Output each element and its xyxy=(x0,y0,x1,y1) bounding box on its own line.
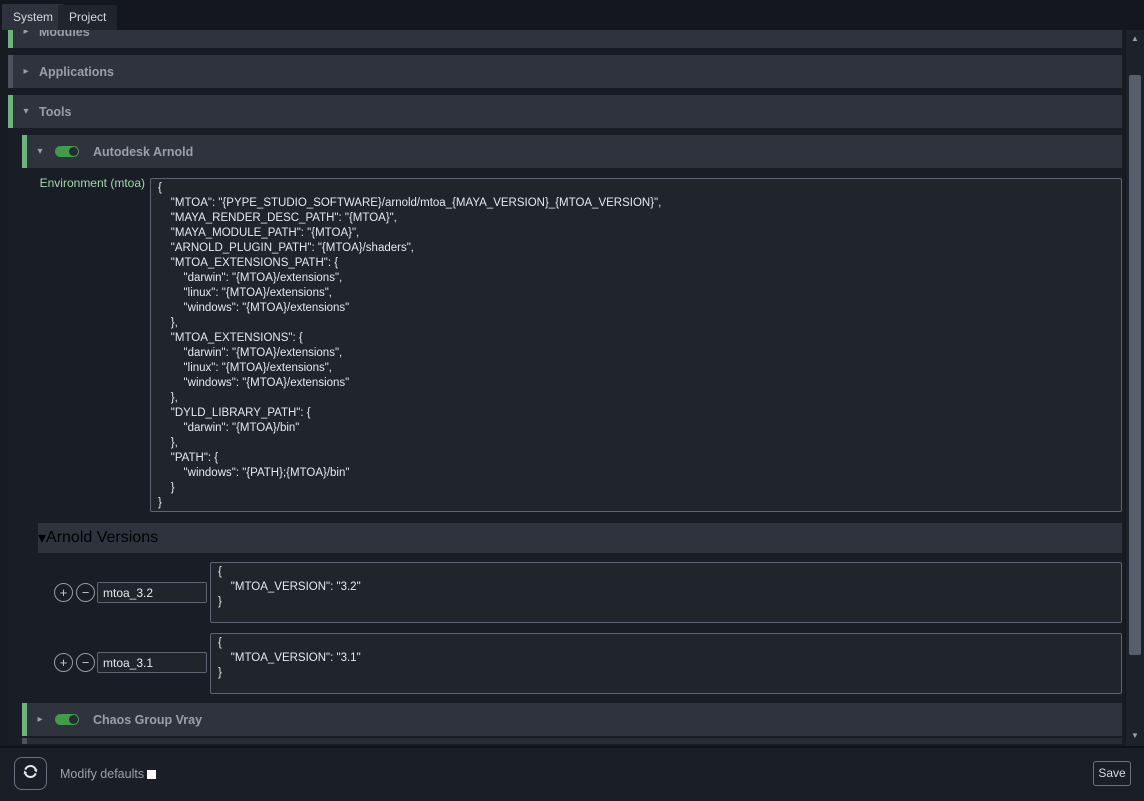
tab-system[interactable]: System xyxy=(2,4,64,30)
version-json-editor[interactable]: { "MTOA_VERSION": "3.2" } xyxy=(210,562,1122,623)
scrollbar-down-icon[interactable]: ▼ xyxy=(1126,729,1144,743)
section-title: Modules xyxy=(39,30,90,39)
scrollbar-thumb[interactable] xyxy=(1129,75,1141,655)
section-title: Tools xyxy=(39,105,71,119)
expanded-arrow-icon: ▾ xyxy=(13,106,39,117)
arnold-enabled-toggle[interactable] xyxy=(55,146,79,157)
refresh-icon xyxy=(21,762,40,786)
vray-enabled-toggle[interactable] xyxy=(55,714,79,725)
environment-mtoa-label: Environment (mtoa) xyxy=(0,176,145,192)
save-button[interactable]: Save xyxy=(1093,761,1131,786)
section-header-autodesk-arnold[interactable]: ▾ Autodesk Arnold xyxy=(22,135,1122,168)
section-title: Chaos Group Vray xyxy=(93,713,202,727)
remove-version-button[interactable]: − xyxy=(76,653,95,672)
tab-project[interactable]: Project xyxy=(58,5,117,30)
refresh-button[interactable] xyxy=(14,757,47,790)
section-header-modules[interactable]: ▸ Modules xyxy=(8,30,1122,48)
footer-bar: Modify defaults Save xyxy=(0,746,1144,801)
vertical-scrollbar[interactable]: ▲ ▼ xyxy=(1126,30,1144,746)
section-header-arnold-versions[interactable]: ▾ Arnold Versions xyxy=(38,523,1122,553)
toggle-knob-icon xyxy=(69,715,78,724)
toggle-knob-icon xyxy=(69,147,78,156)
section-header-clipped[interactable] xyxy=(22,738,1122,744)
remove-version-button[interactable]: − xyxy=(76,583,95,602)
add-version-button[interactable]: + xyxy=(54,583,73,602)
section-title: Applications xyxy=(39,65,114,79)
version-json-editor[interactable]: { "MTOA_VERSION": "3.1" } xyxy=(210,633,1122,694)
tab-bar: System Project xyxy=(0,0,1144,30)
section-title: Autodesk Arnold xyxy=(93,145,193,159)
add-version-button[interactable]: + xyxy=(54,653,73,672)
settings-content: ▸ Modules ▸ Applications ▾ Tools ▾ Autod… xyxy=(0,30,1125,746)
section-header-tools[interactable]: ▾ Tools xyxy=(8,95,1122,128)
expanded-arrow-icon: ▾ xyxy=(27,146,53,157)
scrollbar-up-icon[interactable]: ▲ xyxy=(1126,32,1144,46)
modify-defaults-checkbox[interactable] xyxy=(147,770,156,779)
section-title: Arnold Versions xyxy=(46,529,158,547)
collapsed-arrow-icon: ▸ xyxy=(13,30,39,37)
modify-defaults-label: Modify defaults xyxy=(60,767,144,781)
version-key-input[interactable] xyxy=(97,652,207,673)
section-header-chaos-group-vray[interactable]: ▸ Chaos Group Vray xyxy=(22,703,1122,736)
version-key-input[interactable] xyxy=(97,582,207,603)
collapsed-arrow-icon: ▸ xyxy=(27,714,53,725)
section-header-applications[interactable]: ▸ Applications xyxy=(8,55,1122,88)
settings-window: System Project ▸ Modules ▸ Applications … xyxy=(0,0,1144,801)
environment-mtoa-json-editor[interactable]: { "MTOA": "{PYPE_STUDIO_SOFTWARE}/arnold… xyxy=(150,178,1122,512)
collapsed-arrow-icon: ▸ xyxy=(13,66,39,77)
expanded-arrow-icon: ▾ xyxy=(38,528,46,548)
